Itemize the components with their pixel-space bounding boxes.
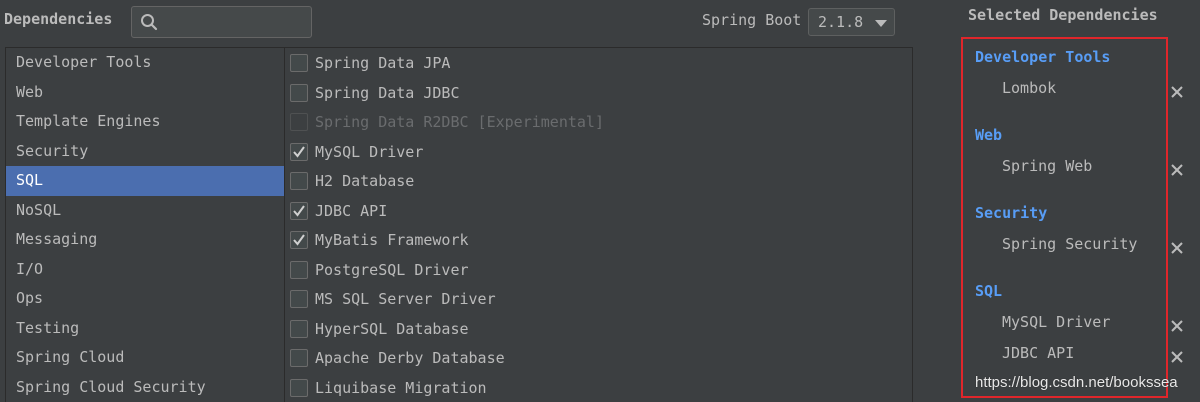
category-item[interactable]: Web [6, 78, 284, 108]
category-item[interactable]: Spring Cloud Security [6, 373, 284, 402]
dependency-row[interactable]: HyperSQL Database [285, 315, 905, 345]
checkbox [290, 113, 308, 131]
selected-dependency-item: Spring Security [1002, 235, 1138, 253]
selected-dependencies-title: Selected Dependencies [968, 6, 1158, 24]
category-item[interactable]: NoSQL [6, 196, 284, 226]
category-item[interactable]: Security [6, 137, 284, 167]
dependency-row[interactable]: MS SQL Server Driver [285, 285, 905, 315]
dependency-row[interactable]: MyBatis Framework [285, 226, 905, 256]
checkmark-icon [293, 204, 305, 217]
dependency-row[interactable]: Liquibase Migration [285, 374, 905, 402]
category-item[interactable]: I/O [6, 255, 284, 285]
dependency-label: Spring Data JDBC [315, 83, 460, 102]
chevron-down-icon [875, 20, 887, 27]
checkmark-icon [293, 145, 305, 158]
dependency-label: Liquibase Migration [315, 378, 487, 397]
dependency-label: PostgreSQL Driver [315, 260, 469, 279]
search-icon [141, 14, 158, 31]
dependency-row[interactable]: MySQL Driver [285, 138, 905, 168]
close-icon[interactable] [1170, 350, 1184, 364]
dependency-row[interactable]: JDBC API [285, 197, 905, 227]
spring-boot-label: Spring Boot [702, 11, 802, 29]
selected-dependency-item: JDBC API [1002, 344, 1075, 362]
selected-dependency-item: Spring Web [1002, 157, 1093, 175]
category-list: Developer Tools Web Template Engines Securi… [5, 47, 285, 402]
selected-group-heading: Web [975, 126, 1003, 144]
close-icon[interactable] [1170, 163, 1184, 177]
search-input[interactable] [164, 11, 304, 33]
checkbox[interactable] [290, 378, 308, 397]
dependency-list: Spring Data JPA Spring Data JDBC Spring Da… [285, 47, 913, 402]
checkbox[interactable] [290, 260, 308, 279]
dependency-row[interactable]: H2 Database [285, 167, 905, 197]
dependency-row[interactable]: Spring Data JPA [285, 49, 905, 79]
checkbox[interactable] [290, 349, 308, 367]
dependency-label: HyperSQL Database [315, 319, 469, 338]
checkbox-checked[interactable] [290, 231, 308, 249]
spring-boot-version-value: 2.1.8 [818, 13, 864, 31]
checkmark-icon [293, 234, 305, 246]
dependency-row[interactable]: Apache Derby Database [285, 344, 905, 374]
checkbox[interactable] [290, 54, 308, 72]
dependency-row: Spring Data R2DBC [Experimental] [285, 108, 905, 138]
category-item[interactable]: Developer Tools [6, 48, 284, 78]
dependency-label: Spring Data R2DBC [Experimental] [315, 113, 604, 131]
checkbox[interactable] [290, 83, 308, 102]
spring-boot-version-select[interactable]: 2.1.8 [808, 8, 895, 36]
checkbox[interactable] [290, 290, 308, 308]
dependency-label: H2 Database [315, 172, 415, 190]
dependency-label: Apache Derby Database [315, 349, 505, 367]
dependency-label: MySQL Driver [315, 142, 424, 161]
selected-dependency-item: MySQL Driver [1002, 313, 1111, 331]
category-item[interactable]: Messaging [6, 225, 284, 255]
category-item[interactable]: Testing [6, 314, 284, 344]
selected-group-heading: Developer Tools [975, 48, 1111, 66]
category-item[interactable]: Template Engines [6, 107, 284, 137]
checkbox-checked[interactable] [290, 142, 308, 161]
checkbox-checked[interactable] [290, 201, 308, 220]
close-icon[interactable] [1170, 85, 1184, 99]
category-item[interactable]: Ops [6, 284, 284, 314]
dependency-label: Spring Data JPA [315, 54, 451, 72]
category-item[interactable]: Spring Cloud [6, 343, 284, 373]
watermark: https://blog.csdn.net/bookssea [975, 374, 1178, 391]
search-box[interactable] [131, 6, 312, 38]
dependency-row[interactable]: PostgreSQL Driver [285, 256, 905, 286]
dependencies-title: Dependencies [4, 10, 113, 28]
selected-group-heading: Security [975, 204, 1048, 222]
selected-group-heading: SQL [975, 282, 1003, 300]
dependency-label: MS SQL Server Driver [315, 290, 496, 308]
checkbox[interactable] [290, 319, 308, 338]
checkbox[interactable] [290, 172, 308, 190]
dependency-row[interactable]: Spring Data JDBC [285, 79, 905, 109]
close-icon[interactable] [1170, 241, 1184, 255]
dependency-label: MyBatis Framework [315, 231, 469, 249]
category-item[interactable]: SQL [6, 166, 284, 196]
selected-dependency-item: Lombok [1002, 79, 1057, 97]
dependency-label: JDBC API [315, 201, 388, 220]
close-icon[interactable] [1170, 319, 1184, 333]
